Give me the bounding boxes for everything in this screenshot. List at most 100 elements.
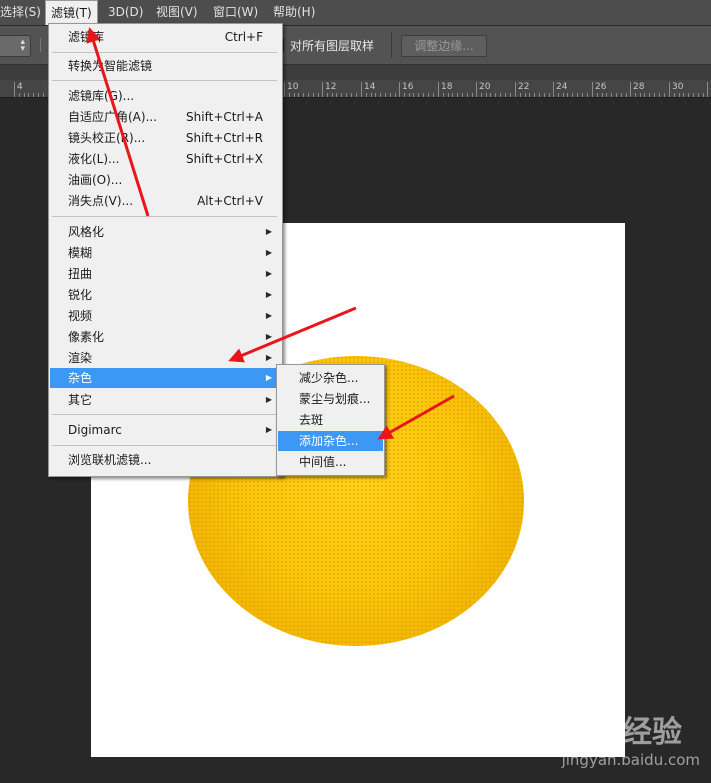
ruler-major-tick	[592, 82, 593, 97]
menu-item-other[interactable]: 其它 ▶	[50, 390, 281, 410]
menu-item-video[interactable]: 视频 ▶	[50, 306, 281, 326]
menu-item-convert-smart-filter[interactable]: 转换为智能滤镜	[50, 56, 281, 76]
ruler-minor-tick	[683, 93, 684, 97]
menu-item-adaptive-wide-angle[interactable]: 自适应广角(A)... Shift+Ctrl+A	[50, 107, 281, 127]
submenu-arrow-icon: ▶	[265, 311, 272, 320]
ruler-minor-tick	[43, 93, 44, 97]
tool-preset-dropdown[interactable]: ▴ ▾	[0, 35, 31, 57]
ruler-major-tick	[438, 82, 439, 97]
menu-item-median[interactable]: 中间值...	[278, 452, 383, 472]
ruler-major-tick	[669, 82, 670, 97]
menu-item-lens-correction[interactable]: 镜头校正(R)... Shift+Ctrl+R	[50, 128, 281, 148]
ruler-minor-tick	[525, 93, 526, 97]
ruler-minor-tick	[539, 93, 540, 97]
ruler-minor-tick	[366, 93, 367, 97]
ruler-minor-tick	[395, 93, 396, 97]
ruler-minor-tick	[567, 93, 568, 97]
menu-item-vanishing-point[interactable]: 消失点(V)... Alt+Ctrl+V	[50, 191, 281, 211]
menu-separator	[52, 80, 277, 81]
ruler-minor-tick	[336, 93, 337, 97]
ruler-minor-tick	[640, 93, 641, 97]
ruler-minor-tick	[544, 93, 545, 97]
ruler-minor-tick	[327, 93, 328, 97]
submenu-arrow-icon: ▶	[265, 373, 272, 382]
menu-item-noise[interactable]: 杂色 ▶	[50, 368, 281, 388]
ruler-minor-tick	[418, 93, 419, 97]
ruler-minor-tick	[413, 93, 414, 97]
filter-menu: 滤镜库 Ctrl+F 转换为智能滤镜 滤镜库(G)... 自适应广角(A)...…	[48, 23, 283, 477]
menu-view[interactable]: 视图(V)	[151, 0, 203, 25]
ruler-label: 10	[287, 82, 299, 92]
ruler-minor-tick	[582, 93, 583, 97]
ruler-minor-tick	[606, 93, 607, 97]
ruler-minor-tick	[448, 93, 449, 97]
menu-item-reduce-noise[interactable]: 减少杂色...	[278, 368, 383, 388]
baidu-watermark: Baidu经验 jingyan.baidu.com	[526, 705, 706, 779]
menu-item-sharpen[interactable]: 锐化 ▶	[50, 285, 281, 305]
submenu-arrow-icon: ▶	[265, 248, 272, 257]
ruler-label: 14	[364, 82, 376, 92]
menu-item-pixelate[interactable]: 像素化 ▶	[50, 327, 281, 347]
updown-chevron-icon: ▴ ▾	[20, 37, 25, 54]
refine-edge-button[interactable]: 调整边缘...	[401, 35, 487, 57]
menu-item-dust-scratches[interactable]: 蒙尘与划痕...	[278, 389, 383, 409]
noise-submenu: 减少杂色... 蒙尘与划痕... 去斑 添加杂色... 中间值...	[276, 364, 385, 476]
ruler-minor-tick	[467, 93, 468, 97]
menu-separator	[52, 445, 277, 446]
ruler-minor-tick	[457, 93, 458, 97]
menu-item-liquify[interactable]: 液化(L)... Shift+Ctrl+X	[50, 149, 281, 169]
ruler-minor-tick	[298, 93, 299, 97]
ruler-minor-tick	[351, 93, 352, 97]
menu-item-blur[interactable]: 模糊 ▶	[50, 243, 281, 263]
menu-item-distort[interactable]: 扭曲 ▶	[50, 264, 281, 284]
ruler-minor-tick	[549, 93, 550, 97]
ruler-minor-tick	[28, 93, 29, 97]
ruler-minor-tick	[688, 93, 689, 97]
ruler-major-tick	[630, 82, 631, 97]
ruler-minor-tick	[611, 93, 612, 97]
menu-item-filter-gallery[interactable]: 滤镜库(G)...	[50, 86, 281, 106]
ruler-label: 26	[595, 82, 607, 92]
ruler-minor-tick	[289, 93, 290, 97]
menu-separator	[52, 52, 277, 53]
ruler-minor-tick	[433, 93, 434, 97]
ruler-minor-tick	[679, 93, 680, 97]
menu-separator	[52, 216, 277, 217]
submenu-arrow-icon: ▶	[265, 290, 272, 299]
ruler-minor-tick	[644, 93, 645, 97]
menu-help[interactable]: 帮助(H)	[268, 0, 320, 25]
menu-item-filter-gallery-last[interactable]: 滤镜库 Ctrl+F	[50, 27, 281, 47]
submenu-arrow-icon: ▶	[265, 395, 272, 404]
menu-select[interactable]: 选择(S)	[0, 0, 46, 25]
ruler-minor-tick	[318, 93, 319, 97]
menu-item-stylize[interactable]: 风格化 ▶	[50, 222, 281, 242]
ruler-minor-tick	[462, 93, 463, 97]
ruler-minor-tick	[24, 93, 25, 97]
menu-item-render[interactable]: 渲染 ▶	[50, 348, 281, 368]
menu-item-browse-filters-online[interactable]: 浏览联机滤镜...	[50, 450, 281, 470]
ruler-minor-tick	[674, 93, 675, 97]
ruler-minor-tick	[19, 93, 20, 97]
menu-item-despeckle[interactable]: 去斑	[278, 410, 383, 430]
ruler-label: 18	[441, 82, 453, 92]
ruler-label: 28	[633, 82, 645, 92]
ruler-minor-tick	[664, 93, 665, 97]
menu-item-add-noise[interactable]: 添加杂色...	[278, 431, 383, 451]
menu-item-oil-paint[interactable]: 油画(O)...	[50, 170, 281, 190]
ruler-minor-tick	[332, 93, 333, 97]
ruler-minor-tick	[505, 93, 506, 97]
menu-3d[interactable]: 3D(D)	[103, 0, 148, 25]
option-divider	[40, 38, 47, 52]
ruler-minor-tick	[371, 93, 372, 97]
menu-separator	[52, 414, 277, 415]
ruler-minor-tick	[341, 93, 342, 97]
ruler-label: 24	[556, 82, 568, 92]
menu-item-digimarc[interactable]: Digimarc ▶	[50, 420, 281, 440]
ruler-minor-tick	[500, 93, 501, 97]
menu-filter[interactable]: 滤镜(T)	[45, 0, 98, 25]
menu-window[interactable]: 窗口(W)	[208, 0, 263, 25]
ruler-minor-tick	[380, 93, 381, 97]
ruler-label: 12	[325, 82, 337, 92]
ruler-minor-tick	[490, 93, 491, 97]
ruler-major-tick	[399, 82, 400, 97]
